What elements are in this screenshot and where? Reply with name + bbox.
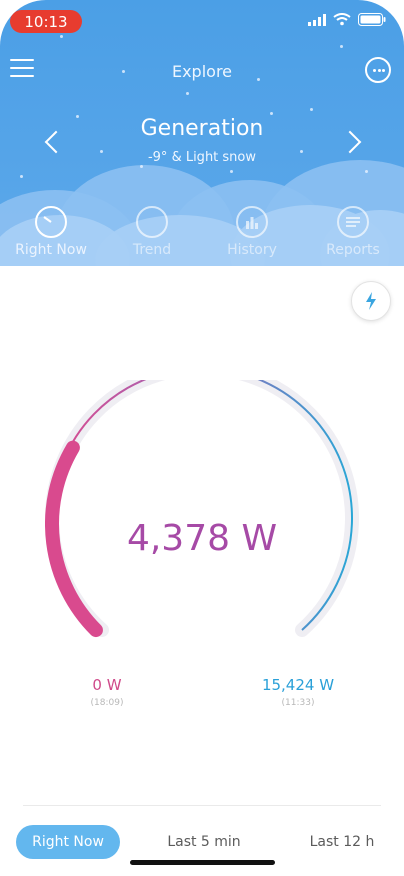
flash-button[interactable] (351, 281, 391, 321)
min-power-time: (18:09) (90, 698, 124, 708)
tab-reports[interactable]: Reports (308, 206, 398, 258)
chat-icon[interactable] (365, 57, 391, 83)
wifi-icon (333, 13, 351, 26)
tab-history[interactable]: History (207, 206, 297, 258)
status-time-pill: 10:13 (10, 10, 82, 33)
bar-chart-icon (236, 206, 268, 238)
home-indicator (130, 860, 275, 865)
gauge-icon (35, 206, 67, 238)
reports-icon (337, 206, 369, 238)
page-title: Explore (171, 62, 233, 81)
gauge-track (45, 380, 359, 637)
max-power-label: 15,424 W (261, 676, 335, 694)
trend-icon (136, 206, 168, 238)
tab-label: Reports (326, 242, 380, 258)
tab-label: Trend (132, 242, 172, 258)
tab-label: History (227, 242, 277, 258)
divider (23, 805, 381, 806)
signal-icon (308, 13, 326, 26)
current-power-value: 4,378 W (126, 518, 278, 559)
last-12-h-button[interactable]: Last 12 h (290, 825, 394, 859)
lightning-icon (366, 292, 376, 310)
min-power-label: 0 W (92, 676, 122, 694)
tab-label: Right Now (15, 242, 87, 258)
max-power-time: (11:33) (281, 698, 315, 708)
weather-header: 10:13 Explore Generation -9° & Light sno… (0, 0, 404, 266)
view-tabs: Right Now Trend History Reports (0, 206, 404, 266)
last-5-min-button[interactable]: Last 5 min (152, 825, 256, 859)
status-icons (308, 13, 386, 26)
tab-right-now[interactable]: Right Now (6, 206, 96, 258)
battery-icon (358, 13, 386, 26)
right-now-button[interactable]: Right Now (16, 825, 120, 859)
tab-trend[interactable]: Trend (107, 206, 197, 258)
weather-summary: -9° & Light snow (147, 150, 257, 165)
app-screen: 10:13 Explore Generation -9° & Light sno… (0, 0, 404, 876)
